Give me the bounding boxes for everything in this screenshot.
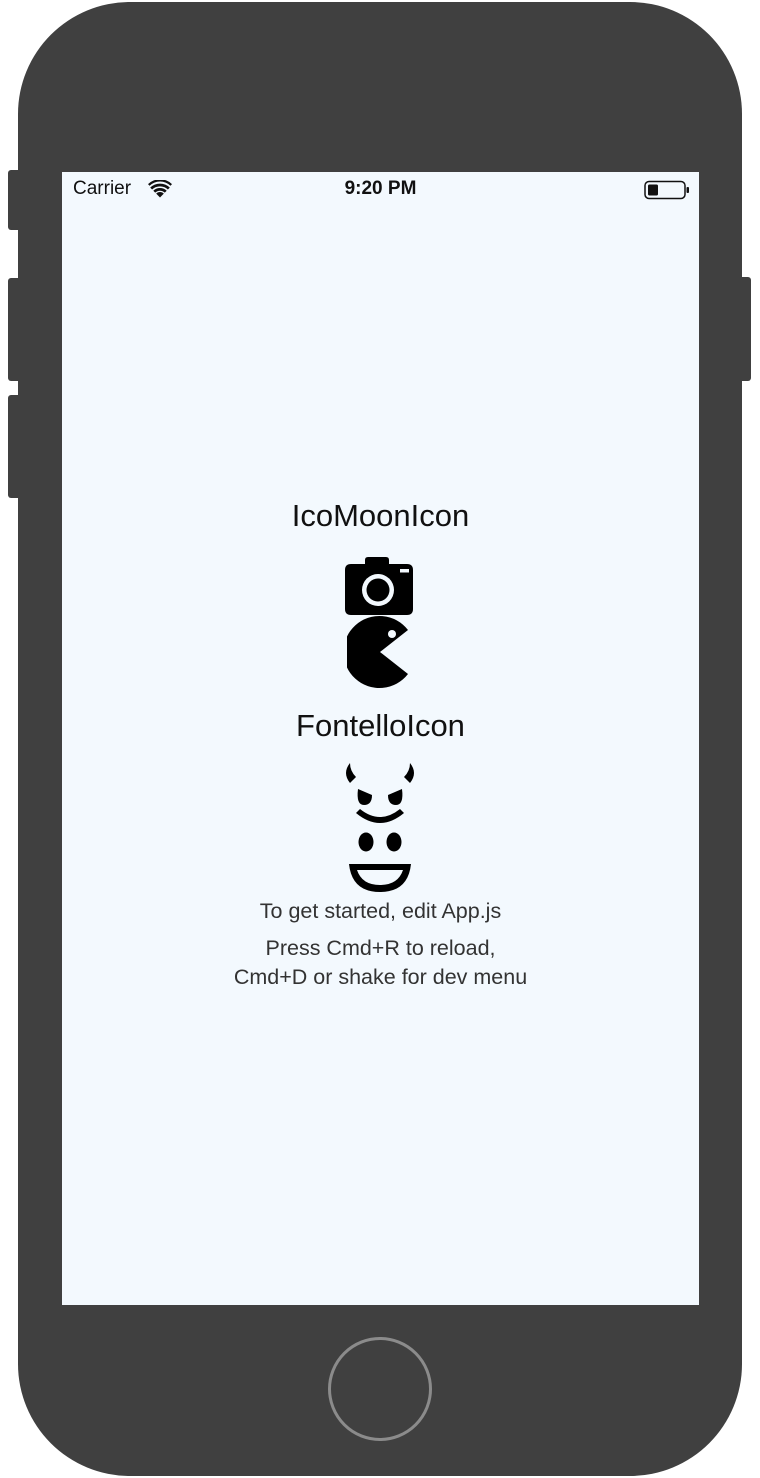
- camera-icon: [345, 557, 413, 615]
- fontello-heading: FontelloIcon: [296, 708, 465, 743]
- pacman-icon: [347, 616, 408, 688]
- status-time: 9:20 PM: [344, 178, 417, 199]
- battery-icon: [644, 180, 689, 200]
- app-screen: Carrier 9:20 PM IcoMoonIcon FontelloIcon…: [62, 172, 699, 1305]
- status-bar: Carrier 9:20 PM: [62, 172, 699, 208]
- reload-instructions-line2: Cmd+D or shake for dev menu: [233, 965, 528, 989]
- instructions-text: To get started, edit App.js: [259, 899, 502, 923]
- smiley-face-icon: [349, 832, 411, 892]
- device-frame: Carrier 9:20 PM IcoMoonIcon FontelloIcon…: [0, 0, 760, 1478]
- home-button[interactable]: [328, 1337, 432, 1441]
- icomoon-heading: IcoMoonIcon: [291, 498, 470, 533]
- reload-instructions-line1: Press Cmd+R to reload,: [265, 936, 496, 960]
- devil-face-icon: [346, 763, 414, 823]
